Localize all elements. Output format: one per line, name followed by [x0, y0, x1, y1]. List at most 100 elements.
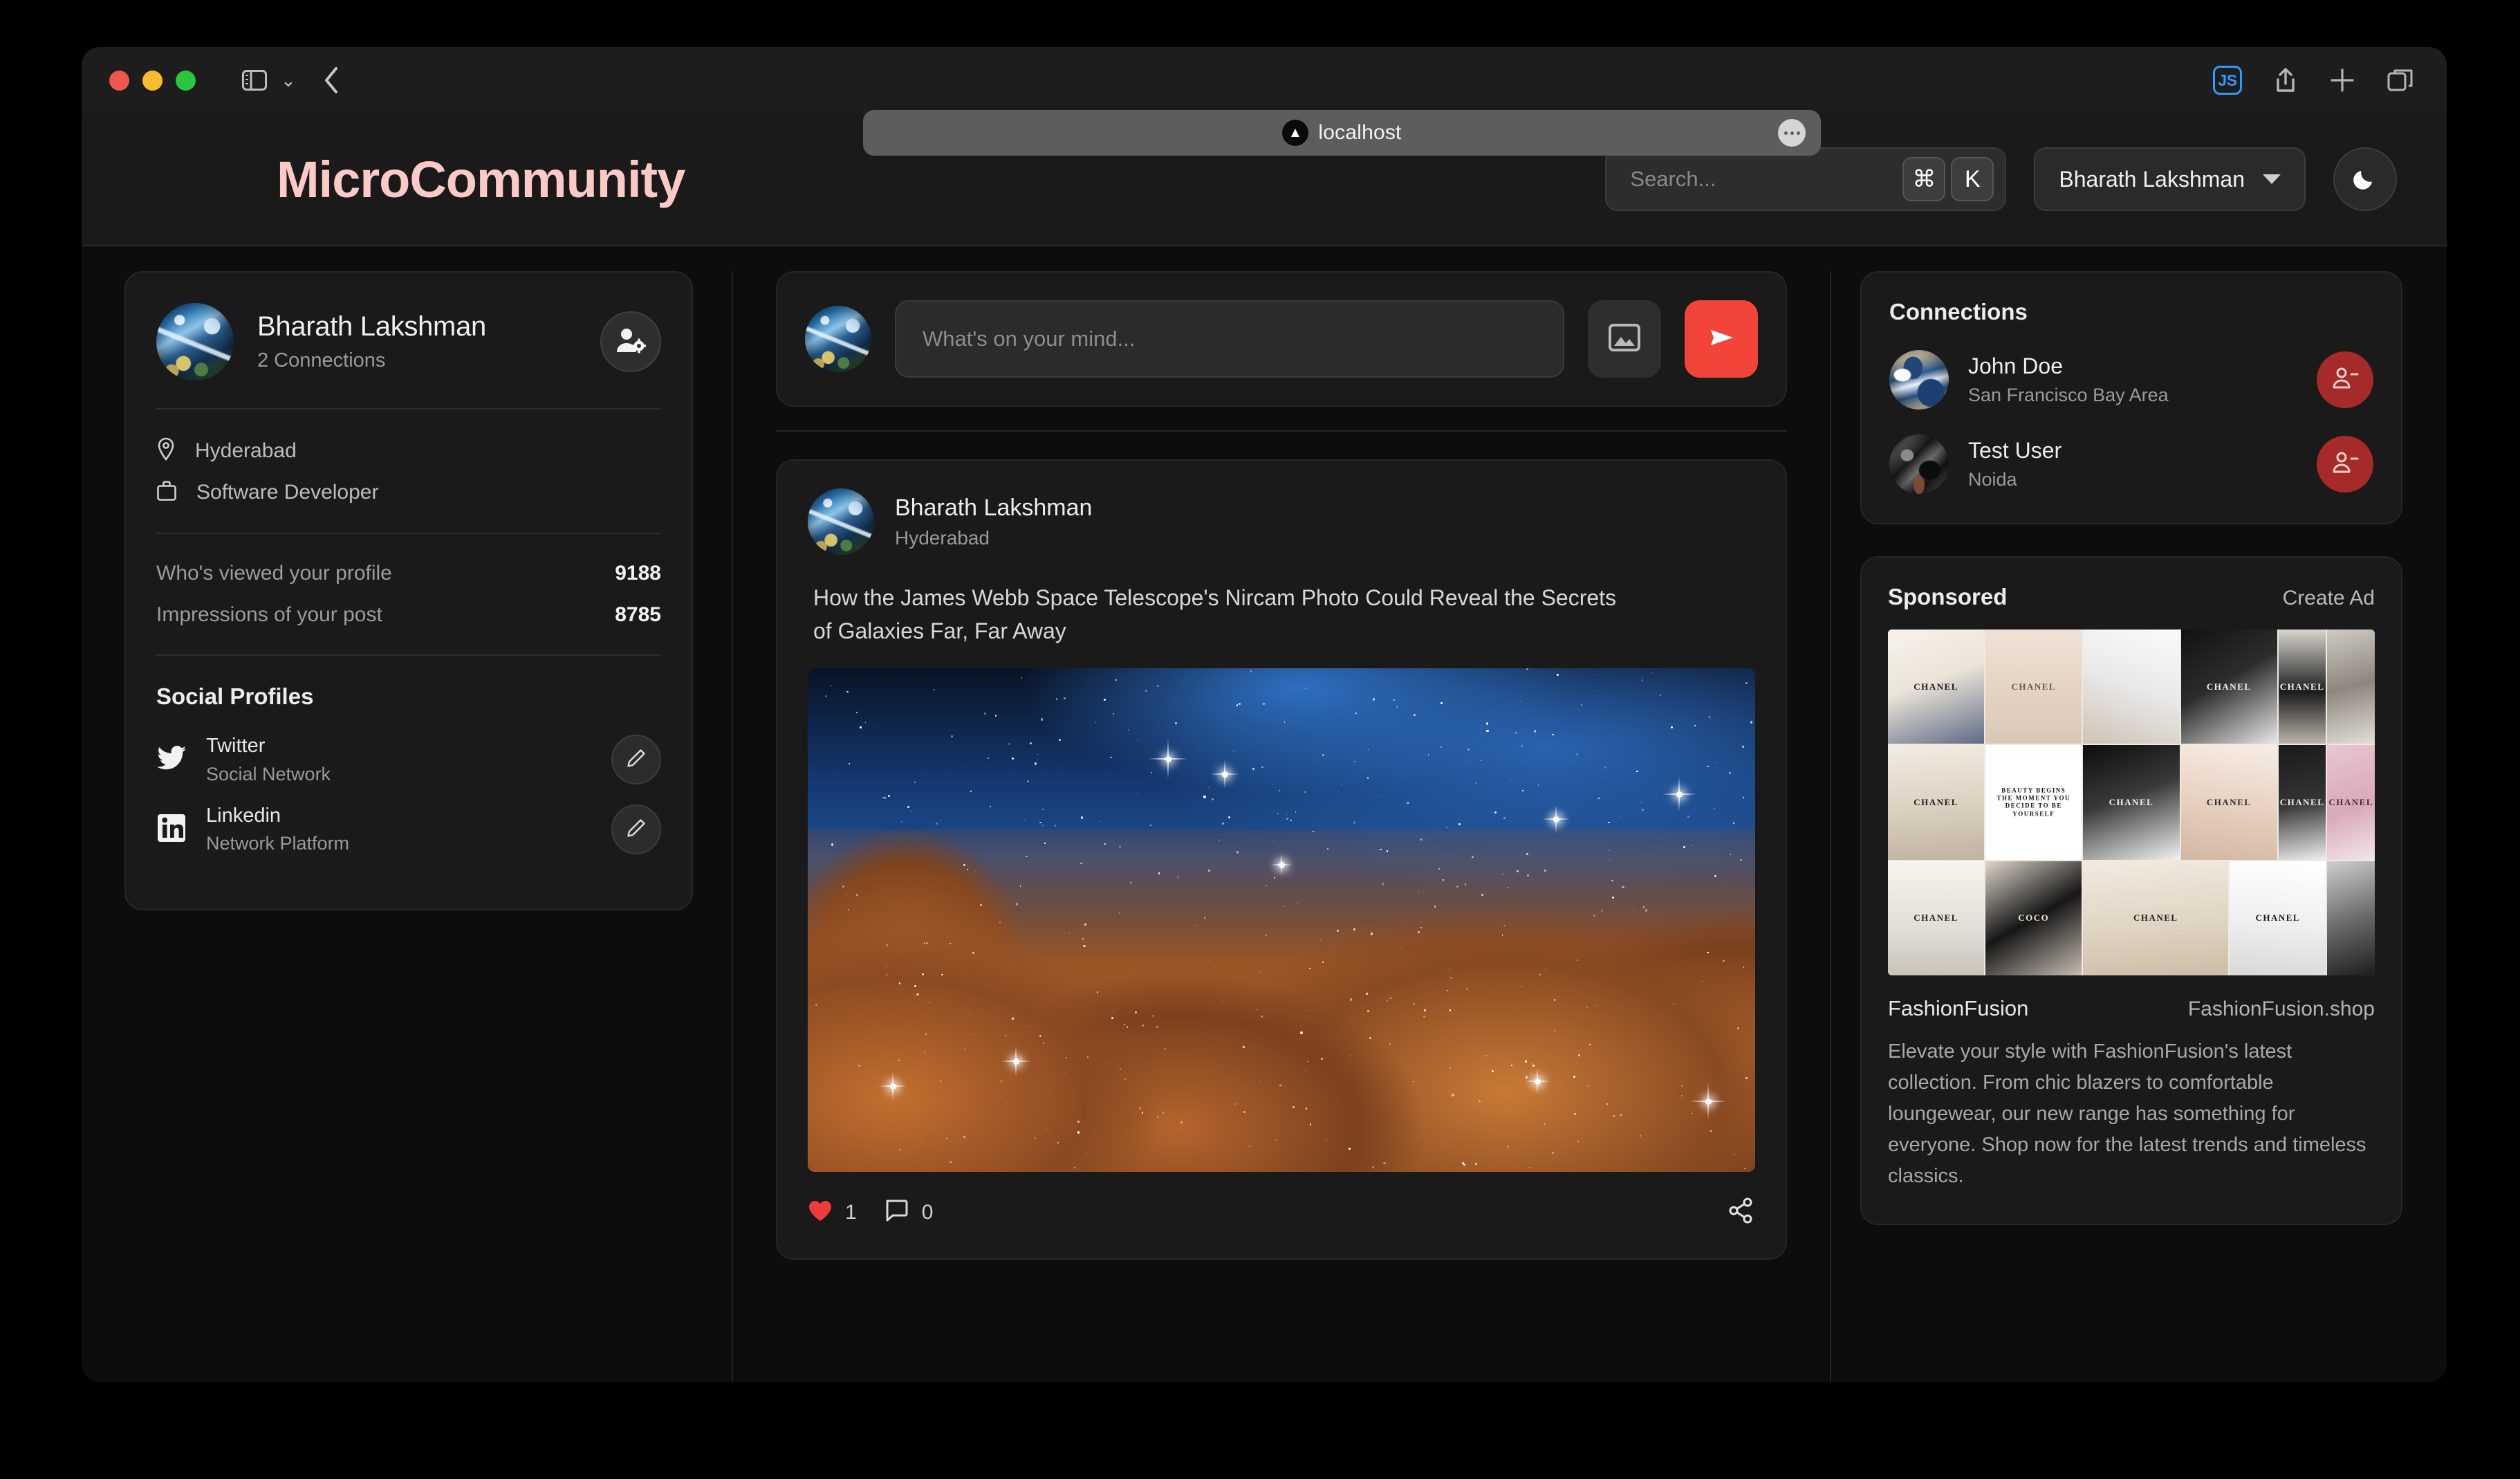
- new-tab-icon[interactable]: [2329, 67, 2355, 93]
- window-controls[interactable]: [109, 71, 196, 91]
- browser-toolbar-actions: JS: [2213, 47, 2414, 113]
- minimize-button[interactable]: [142, 71, 163, 91]
- profile-occupation-row: Software Developer: [156, 479, 661, 505]
- share-icon[interactable]: [2274, 66, 2297, 94]
- divider: [156, 408, 661, 410]
- ad-collage-tile: CHANEL: [2327, 745, 2375, 859]
- location-pin-icon: [156, 437, 176, 464]
- close-button[interactable]: [109, 71, 129, 91]
- profile-location-row: Hyderabad: [156, 437, 661, 464]
- ad-collage-tile: [2083, 630, 2179, 744]
- sponsored-card: Sponsored Create Ad CHANELCHANELCHANELCH…: [1860, 556, 2402, 1225]
- chevron-down-icon[interactable]: ⌄: [281, 71, 296, 89]
- avatar: [1889, 434, 1949, 494]
- ad-collage-tile: CHANEL: [2181, 745, 2277, 859]
- page-menu-icon[interactable]: [1778, 119, 1806, 147]
- remove-connection-button[interactable]: [2317, 436, 2373, 493]
- main-content: Bharath Lakshman 2 Connections: [82, 246, 2447, 1382]
- edit-profile-button[interactable]: [600, 311, 661, 372]
- comment-button[interactable]: 0: [884, 1199, 934, 1226]
- comment-count: 0: [922, 1201, 934, 1224]
- social-profiles-title: Social Profiles: [156, 683, 661, 710]
- like-button[interactable]: 1: [808, 1199, 857, 1226]
- social-row-linkedin[interactable]: Linkedin Network Platform: [156, 803, 661, 856]
- user-settings-icon: [615, 327, 646, 358]
- post-author-block: Bharath Lakshman Hyderabad: [895, 495, 1092, 549]
- image-upload-icon: [1606, 320, 1642, 359]
- ad-collage-tile: CHANEL: [1888, 861, 1984, 975]
- social-name: Twitter: [206, 733, 331, 760]
- share-post-button[interactable]: [1727, 1197, 1755, 1228]
- search-input[interactable]: Search... ⌘ K: [1605, 147, 2006, 211]
- stat-value: 8785: [615, 603, 661, 627]
- ad-collage-tile: BEAUTY BEGINS THE MOMENT YOU DECIDE TO B…: [1985, 745, 2082, 859]
- attach-image-button[interactable]: [1588, 300, 1661, 378]
- avatar[interactable]: [156, 303, 234, 380]
- ad-brand: FashionFusion: [1888, 996, 2028, 1021]
- connection-row[interactable]: John Doe San Francisco Bay Area: [1889, 350, 2373, 410]
- theme-toggle-button[interactable]: [2333, 147, 2397, 211]
- user-menu-button[interactable]: Bharath Lakshman: [2034, 147, 2306, 211]
- ad-collage-tile: CHANEL: [1888, 745, 1984, 859]
- remove-connection-button[interactable]: [2317, 351, 2373, 408]
- user-menu-label: Bharath Lakshman: [2059, 167, 2245, 192]
- post-header: Bharath Lakshman Hyderabad: [808, 488, 1755, 555]
- sidebar-toggle-icon[interactable]: [242, 70, 267, 91]
- post-composer: What's on your mind...: [776, 271, 1787, 407]
- avatar[interactable]: [808, 488, 874, 555]
- search-placeholder: Search...: [1630, 167, 1897, 192]
- desktop-background: ⌄ localhost JS MicroCommunity: [0, 0, 2520, 1479]
- remove-user-icon: [2331, 367, 2359, 394]
- edit-social-button[interactable]: [611, 805, 661, 854]
- send-post-button[interactable]: [1685, 300, 1758, 378]
- pencil-icon: [626, 818, 647, 842]
- stat-label: Impressions of your post: [156, 603, 382, 627]
- comment-icon: [884, 1199, 909, 1226]
- profile-card: Bharath Lakshman 2 Connections: [124, 271, 693, 910]
- chevron-down-icon: [2263, 174, 2281, 184]
- divider: [776, 430, 1787, 432]
- ad-collage-tile: CHANEL: [2230, 861, 2326, 975]
- ad-collage-tile: COCO: [1985, 861, 2082, 975]
- connection-row[interactable]: Test User Noida: [1889, 434, 2373, 494]
- browser-window: ⌄ localhost JS MicroCommunity: [82, 47, 2447, 1382]
- ad-domain[interactable]: FashionFusion.shop: [2188, 998, 2375, 1021]
- connection-name: John Doe: [1968, 353, 2169, 379]
- browser-titlebar: ⌄ localhost JS: [82, 47, 2447, 113]
- profile-identity: Bharath Lakshman 2 Connections: [257, 311, 486, 372]
- sponsored-title: Sponsored: [1888, 584, 2007, 610]
- avatar: [1889, 350, 1949, 410]
- post-text: How the James Webb Space Telescope's Nir…: [813, 581, 1636, 647]
- social-text: Twitter Social Network: [206, 733, 331, 787]
- remove-user-icon: [2331, 451, 2359, 478]
- sponsored-header: Sponsored Create Ad: [1888, 584, 2375, 610]
- post-author: Bharath Lakshman: [895, 495, 1092, 522]
- right-column: Connections John Doe San Francisco Bay A…: [1831, 271, 2447, 1382]
- connection-location: Noida: [1968, 469, 2062, 490]
- connections-card: Connections John Doe San Francisco Bay A…: [1860, 271, 2402, 524]
- back-arrow-icon[interactable]: [322, 66, 340, 95]
- app-logo[interactable]: MicroCommunity: [277, 150, 685, 209]
- post-actions: 1 0: [808, 1197, 1755, 1228]
- connection-text: John Doe San Francisco Bay Area: [1968, 353, 2169, 406]
- tab-overview-icon[interactable]: [2387, 68, 2414, 93]
- js-badge[interactable]: JS: [2213, 66, 2242, 95]
- moon-icon: [2351, 163, 2380, 196]
- ad-collage-tile: CHANEL: [2279, 745, 2326, 859]
- stat-label: Who's viewed your profile: [156, 562, 392, 585]
- post-image[interactable]: [808, 668, 1755, 1172]
- zoom-button[interactable]: [176, 71, 196, 91]
- address-bar[interactable]: localhost: [863, 110, 1821, 156]
- pencil-icon: [626, 748, 647, 772]
- post-location: Hyderabad: [895, 527, 1092, 549]
- edit-social-button[interactable]: [611, 735, 661, 784]
- divider: [156, 533, 661, 534]
- ad-image[interactable]: CHANELCHANELCHANELCHANELCHANELBEAUTY BEG…: [1888, 630, 2375, 975]
- ad-collage-tile: CHANEL: [2181, 630, 2277, 744]
- briefcase-icon: [156, 479, 177, 505]
- create-ad-link[interactable]: Create Ad: [2283, 587, 2375, 610]
- avatar: [805, 306, 871, 372]
- composer-input[interactable]: What's on your mind...: [895, 300, 1564, 378]
- connection-text: Test User Noida: [1968, 438, 2062, 490]
- social-row-twitter[interactable]: Twitter Social Network: [156, 733, 661, 787]
